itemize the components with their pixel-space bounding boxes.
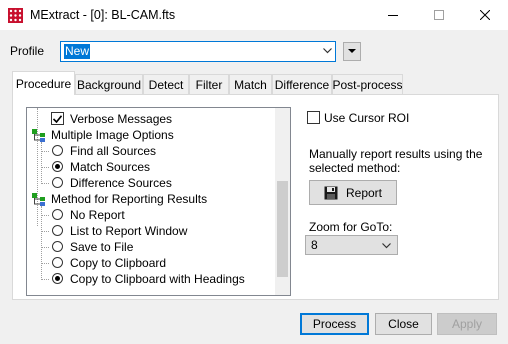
apply-button[interactable]: Apply	[437, 313, 497, 335]
tree-group-label: Multiple Image Options	[51, 128, 174, 142]
report-button[interactable]: Report	[309, 180, 397, 205]
maximize-icon	[434, 10, 444, 20]
tree-item-label: Difference Sources	[70, 176, 172, 190]
tree-item-label: Copy to Clipboard	[70, 256, 167, 270]
tree-item-label: List to Report Window	[70, 224, 188, 238]
zoom-goto-select[interactable]: 8	[305, 235, 398, 255]
close-button-label: Close	[388, 317, 419, 331]
process-button[interactable]: Process	[300, 313, 369, 335]
tab-label: Procedure	[15, 76, 72, 91]
tab-procedure[interactable]: Procedure	[12, 71, 75, 95]
tree-item-list-to-report-window[interactable]: List to Report Window	[27, 223, 277, 239]
close-button[interactable]: Close	[375, 313, 432, 335]
scrollbar-thumb[interactable]	[277, 181, 288, 277]
tree-item-find-all-sources[interactable]: Find all Sources	[27, 143, 277, 159]
tab-match[interactable]: Match	[229, 74, 272, 94]
profile-value: New	[64, 44, 91, 59]
chevron-down-icon	[323, 48, 332, 54]
radio-match-sources[interactable]	[52, 161, 63, 172]
close-window-button[interactable]	[462, 0, 508, 30]
tree-group-label: Method for Reporting Results	[51, 192, 208, 206]
tab-post-process[interactable]: Post-process	[332, 74, 403, 94]
tree-item-verbose-messages[interactable]: Verbose Messages	[27, 111, 277, 127]
radio-find-all-sources[interactable]	[52, 145, 63, 156]
tab-detect[interactable]: Detect	[143, 74, 189, 94]
save-icon	[324, 186, 338, 199]
verbose-checkbox[interactable]	[51, 112, 64, 125]
app-icon	[8, 8, 23, 23]
group-icon	[32, 193, 45, 206]
radio-copy-to-clipboard[interactable]	[52, 257, 63, 268]
manual-report-text-line2: selected method:	[309, 161, 401, 175]
options-tree[interactable]: Verbose Messages Multiple Image Options …	[26, 107, 291, 296]
tree-item-label: Find all Sources	[70, 144, 157, 158]
process-button-label: Process	[312, 317, 357, 331]
maximize-button[interactable]	[416, 0, 462, 30]
dropdown-arrow-icon	[348, 49, 356, 53]
tree-item-label: Match Sources	[70, 160, 151, 174]
tree-item-label: Copy to Clipboard with Headings	[70, 272, 245, 286]
tree-item-copy-to-clipboard-with-headings[interactable]: Copy to Clipboard with Headings	[27, 271, 277, 287]
tab-label: Post-process	[332, 77, 403, 92]
tree-group-multiple-image-options[interactable]: Multiple Image Options	[27, 127, 277, 143]
use-cursor-roi-label: Use Cursor ROI	[324, 111, 410, 125]
checkmark-icon	[53, 114, 62, 123]
radio-list-to-report-window[interactable]	[52, 225, 63, 236]
group-icon	[32, 129, 45, 142]
tab-label: Difference	[274, 77, 330, 92]
zoom-goto-value: 8	[311, 238, 318, 252]
tree-item-label: Save to File	[70, 240, 134, 254]
tab-label: Background	[76, 77, 142, 92]
tab-background[interactable]: Background	[75, 74, 143, 94]
tree-item-difference-sources[interactable]: Difference Sources	[27, 175, 277, 191]
tree-item-label: No Report	[70, 208, 125, 222]
tree-item-label: Verbose Messages	[70, 112, 173, 126]
tree-item-save-to-file[interactable]: Save to File	[27, 239, 277, 255]
tab-difference[interactable]: Difference	[272, 74, 332, 94]
radio-no-report[interactable]	[52, 209, 63, 220]
minimize-button[interactable]	[370, 0, 416, 30]
report-button-label: Report	[345, 185, 383, 200]
tree-item-copy-to-clipboard[interactable]: Copy to Clipboard	[27, 255, 277, 271]
use-cursor-roi-checkbox[interactable]	[307, 111, 320, 124]
radio-save-to-file[interactable]	[52, 241, 63, 252]
tab-label: Match	[234, 77, 267, 92]
radio-difference-sources[interactable]	[52, 177, 63, 188]
tab-label: Filter	[195, 77, 223, 92]
tab-label: Detect	[148, 77, 184, 92]
chevron-down-icon	[382, 243, 391, 249]
apply-button-label: Apply	[451, 317, 483, 331]
title-bar: MExtract - [0]: BL-CAM.fts	[0, 0, 508, 30]
tree-item-match-sources[interactable]: Match Sources	[27, 159, 277, 175]
tree-group-reporting-method[interactable]: Method for Reporting Results	[27, 191, 277, 207]
tab-filter[interactable]: Filter	[189, 74, 229, 94]
zoom-goto-label: Zoom for GoTo:	[309, 220, 393, 234]
window-title: MExtract - [0]: BL-CAM.fts	[30, 8, 176, 22]
minimize-icon	[388, 15, 398, 16]
profile-menu-button[interactable]	[343, 42, 361, 61]
radio-copy-to-clipboard-with-headings[interactable]	[52, 273, 63, 284]
tree-item-no-report[interactable]: No Report	[27, 207, 277, 223]
profile-label: Profile	[10, 44, 45, 58]
close-icon	[480, 10, 490, 20]
profile-combobox[interactable]: New	[60, 41, 336, 62]
